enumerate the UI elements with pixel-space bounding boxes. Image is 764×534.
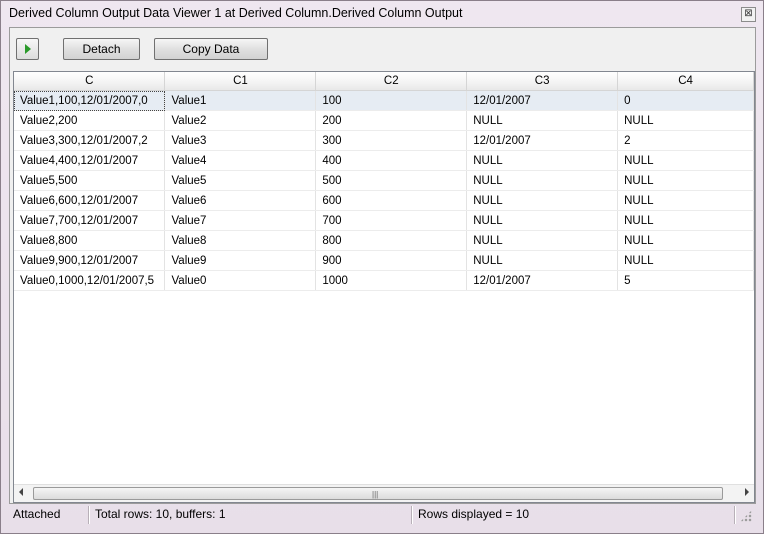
table-cell[interactable]: NULL	[466, 230, 619, 251]
table-row[interactable]: Value2,200 Value2 200 NULL NULL	[14, 110, 754, 131]
table-cell[interactable]: Value6,600,12/01/2007	[14, 190, 166, 211]
table-cell[interactable]: NULL	[466, 210, 619, 231]
play-icon	[25, 44, 31, 54]
title-bar[interactable]: Derived Column Output Data Viewer 1 at D…	[1, 1, 763, 25]
table-row[interactable]: Value3,300,12/01/2007,2 Value3 300 12/01/20…	[14, 130, 754, 151]
close-icon[interactable]: ⊠	[741, 7, 756, 22]
table-cell[interactable]: Value7	[164, 210, 317, 231]
resize-grip-icon[interactable]	[740, 510, 752, 522]
table-cell[interactable]: NULL	[466, 110, 619, 131]
column-header-c3[interactable]: C3	[466, 72, 619, 91]
table-cell[interactable]: Value2	[164, 110, 317, 131]
table-cell[interactable]: Value4,400,12/01/2007	[14, 150, 166, 171]
table-cell[interactable]: NULL	[617, 190, 754, 211]
table-cell[interactable]: NULL	[466, 170, 619, 191]
table-cell[interactable]: 600	[315, 190, 468, 211]
table-cell[interactable]: 5	[617, 270, 754, 291]
table-cell[interactable]: NULL	[466, 150, 619, 171]
table-cell[interactable]: NULL	[617, 230, 754, 251]
table-cell[interactable]: 1000	[315, 270, 468, 291]
column-header-c2[interactable]: C2	[315, 72, 468, 91]
scrollbar-grip-icon: |||	[372, 490, 379, 499]
table-cell[interactable]: Value0,1000,12/01/2007,5	[14, 270, 166, 291]
table-row[interactable]: Value6,600,12/01/2007 Value6 600 NULL NULL	[14, 190, 754, 211]
table-row[interactable]: Value8,800 Value8 800 NULL NULL	[14, 230, 754, 251]
table-cell[interactable]: Value4	[164, 150, 317, 171]
column-header-c1[interactable]: C1	[164, 72, 317, 91]
table-cell[interactable]: 800	[315, 230, 468, 251]
data-viewer-window: Derived Column Output Data Viewer 1 at D…	[0, 0, 764, 534]
table-cell[interactable]: Value5	[164, 170, 317, 191]
table-cell[interactable]: Value1,100,12/01/2007,0	[14, 90, 166, 111]
toolbar: Detach Copy Data	[10, 28, 755, 70]
table-row[interactable]: Value0,1000,12/01/2007,5 Value0 1000 12/01/…	[14, 270, 754, 291]
horizontal-scrollbar[interactable]: |||	[14, 484, 754, 502]
table-cell[interactable]: 12/01/2007	[466, 130, 619, 151]
table-cell[interactable]: Value8,800	[14, 230, 166, 251]
table-cell[interactable]: 12/01/2007	[466, 90, 619, 111]
table-row[interactable]: Value7,700,12/01/2007 Value7 700 NULL NULL	[14, 210, 754, 231]
data-table: C C1 C2 C3 C4 Value1,100,12/01/2007,0 Value1 1…	[14, 72, 754, 291]
scroll-right-icon[interactable]	[745, 488, 749, 496]
copy-data-button[interactable]: Copy Data	[154, 38, 268, 60]
status-bar: Attached Total rows: 10, buffers: 1 Rows…	[9, 504, 756, 526]
table-cell[interactable]: NULL	[617, 110, 754, 131]
table-cell[interactable]: NULL	[617, 150, 754, 171]
table-cell[interactable]: Value2,200	[14, 110, 166, 131]
table-cell[interactable]: 0	[617, 90, 754, 111]
scrollbar-thumb[interactable]: |||	[33, 487, 723, 500]
table-cell[interactable]: NULL	[617, 250, 754, 271]
status-state: Attached	[13, 507, 61, 521]
table-cell[interactable]: NULL	[617, 170, 754, 191]
column-header-c[interactable]: C	[14, 72, 166, 91]
table-cell[interactable]: Value0	[164, 270, 317, 291]
status-divider	[88, 506, 89, 524]
table-cell[interactable]: 12/01/2007	[466, 270, 619, 291]
scroll-left-icon[interactable]	[19, 488, 23, 496]
table-row[interactable]: Value4,400,12/01/2007 Value4 400 NULL NULL	[14, 150, 754, 171]
play-button[interactable]	[16, 38, 39, 60]
column-header-c4[interactable]: C4	[617, 72, 754, 91]
table-row[interactable]: Value1,100,12/01/2007,0 Value1 100 12/01/20…	[14, 90, 754, 111]
table-cell[interactable]: NULL	[466, 190, 619, 211]
table-cell[interactable]: NULL	[466, 250, 619, 271]
data-grid[interactable]: C C1 C2 C3 C4 Value1,100,12/01/2007,0 Value1 1…	[13, 71, 755, 503]
table-cell[interactable]: Value9	[164, 250, 317, 271]
table-cell[interactable]: Value8	[164, 230, 317, 251]
status-totals: Total rows: 10, buffers: 1	[95, 507, 226, 521]
table-cell[interactable]: 400	[315, 150, 468, 171]
table-cell[interactable]: 700	[315, 210, 468, 231]
table-cell[interactable]: 500	[315, 170, 468, 191]
table-cell[interactable]: NULL	[617, 210, 754, 231]
detach-button[interactable]: Detach	[63, 38, 140, 60]
table-row[interactable]: Value5,500 Value5 500 NULL NULL	[14, 170, 754, 191]
status-rows-displayed: Rows displayed = 10	[418, 507, 530, 521]
table-cell[interactable]: Value7,700,12/01/2007	[14, 210, 166, 231]
table-cell[interactable]: Value3	[164, 130, 317, 151]
table-cell[interactable]: 900	[315, 250, 468, 271]
table-cell[interactable]: Value3,300,12/01/2007,2	[14, 130, 166, 151]
window-title: Derived Column Output Data Viewer 1 at D…	[9, 6, 463, 20]
table-cell[interactable]: 300	[315, 130, 468, 151]
table-cell[interactable]: Value5,500	[14, 170, 166, 191]
table-cell[interactable]: Value1	[164, 90, 317, 111]
table-cell[interactable]: 2	[617, 130, 754, 151]
table-row[interactable]: Value9,900,12/01/2007 Value9 900 NULL NULL	[14, 250, 754, 271]
viewer-panel: Detach Copy Data C C1 C2 C3 C4 Value1,100,12…	[9, 27, 756, 504]
status-divider	[734, 506, 735, 524]
status-divider	[411, 506, 412, 524]
table-cell[interactable]: 100	[315, 90, 468, 111]
table-cell[interactable]: Value9,900,12/01/2007	[14, 250, 166, 271]
table-cell[interactable]: Value6	[164, 190, 317, 211]
table-cell[interactable]: 200	[315, 110, 468, 131]
